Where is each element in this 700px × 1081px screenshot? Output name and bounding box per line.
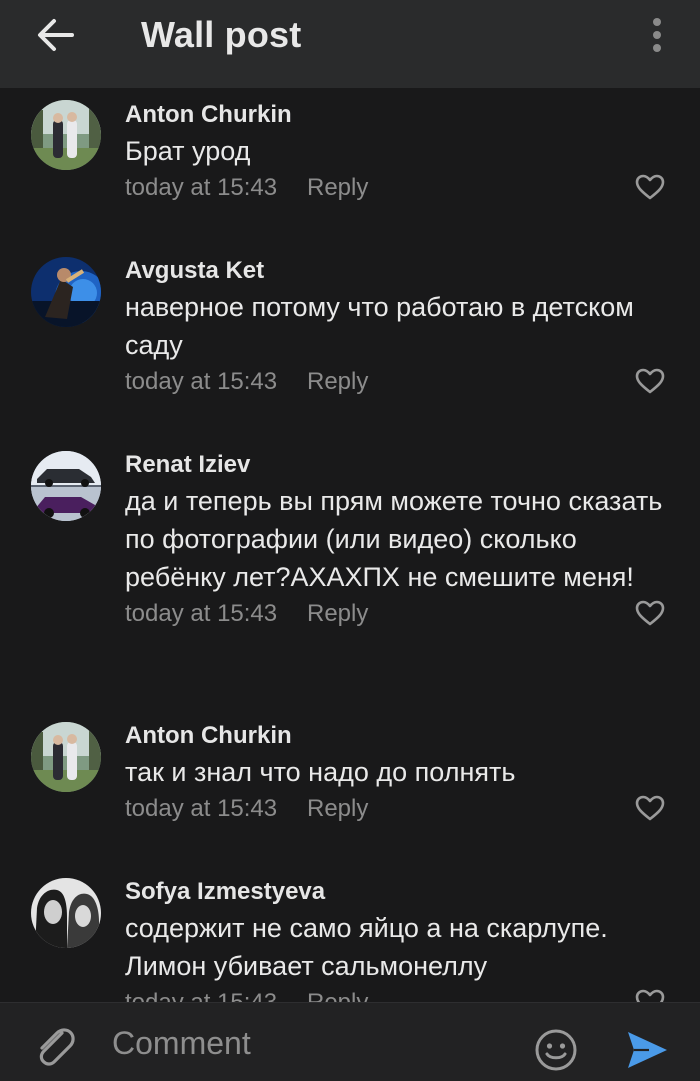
app: Wall post Anton Churkin Брат урод today …	[0, 0, 700, 1081]
like-button[interactable]	[635, 989, 669, 1002]
top-bar: Wall post	[0, 0, 700, 88]
paperclip-icon	[39, 1028, 75, 1066]
emoji-button[interactable]	[533, 1027, 579, 1073]
avatar[interactable]	[31, 100, 101, 170]
like-button[interactable]	[635, 600, 669, 630]
reply-button[interactable]: Reply	[307, 600, 368, 628]
comment-timestamp: today at 15:43	[125, 600, 278, 627]
comment-timestamp: today at 15:43	[125, 989, 277, 1002]
smiley-icon	[535, 1029, 577, 1071]
avatar-image	[31, 722, 101, 792]
heart-icon	[635, 795, 665, 821]
avatar-image	[31, 451, 101, 521]
more-options-button[interactable]	[640, 12, 674, 58]
comment-text: так и знал что надо до полнять	[125, 757, 516, 787]
comment-text: содержит не само яйцо а на скарлупе. Лим…	[125, 913, 608, 981]
comment-author[interactable]: Sofya Izmestyeva	[125, 877, 670, 907]
arrow-left-icon	[38, 19, 74, 51]
comment-author[interactable]: Anton Churkin	[125, 100, 670, 130]
comment-composer	[0, 1002, 700, 1081]
heart-icon	[635, 600, 665, 626]
back-button[interactable]	[28, 14, 84, 56]
comment-input[interactable]	[112, 1017, 512, 1069]
heart-icon	[635, 368, 665, 394]
comments-list: Anton Churkin Брат урод today at 15:43 R…	[0, 88, 700, 1002]
page-title: Wall post	[141, 14, 302, 55]
comment-meta: today at 15:43 Reply	[125, 791, 670, 827]
avatar-image	[31, 257, 101, 327]
avatar[interactable]	[31, 878, 101, 948]
heart-icon	[635, 989, 665, 1002]
comment-meta: today at 15:43 Reply	[125, 596, 670, 632]
avatar[interactable]	[31, 722, 101, 792]
comment-timestamp: today at 15:43	[125, 368, 278, 395]
comment-text: Брат урод	[125, 136, 251, 166]
heart-icon	[635, 174, 665, 200]
comment-timestamp: today at 15:43	[125, 795, 278, 822]
reply-button[interactable]: Reply	[307, 795, 368, 823]
avatar-image	[31, 878, 101, 948]
comment-meta: today at 15:43 Reply	[125, 985, 670, 1002]
comment-meta: today at 15:43 Reply	[125, 364, 670, 400]
comment-text: наверное потому что работаю в детском са…	[125, 292, 634, 360]
avatar[interactable]	[31, 451, 101, 521]
like-button[interactable]	[635, 174, 669, 204]
comment-author[interactable]: Avgusta Ket	[125, 256, 670, 286]
like-button[interactable]	[635, 368, 669, 398]
send-icon	[628, 1032, 667, 1068]
reply-button[interactable]: Reply	[307, 174, 368, 202]
comment-author[interactable]: Anton Churkin	[125, 721, 670, 751]
send-button[interactable]	[625, 1028, 669, 1072]
avatar-image	[31, 100, 101, 170]
more-vertical-icon	[653, 18, 661, 52]
attach-button[interactable]	[32, 1023, 78, 1069]
comment-timestamp: today at 15:43	[125, 174, 278, 201]
reply-button[interactable]: Reply	[307, 989, 368, 1002]
reply-button[interactable]: Reply	[307, 368, 368, 396]
comment-author[interactable]: Renat Iziev	[125, 450, 670, 480]
avatar[interactable]	[31, 257, 101, 327]
like-button[interactable]	[635, 795, 669, 825]
comment-meta: today at 15:43 Reply	[125, 170, 670, 206]
comment-text: да и теперь вы прям можете точно сказать…	[125, 486, 663, 592]
